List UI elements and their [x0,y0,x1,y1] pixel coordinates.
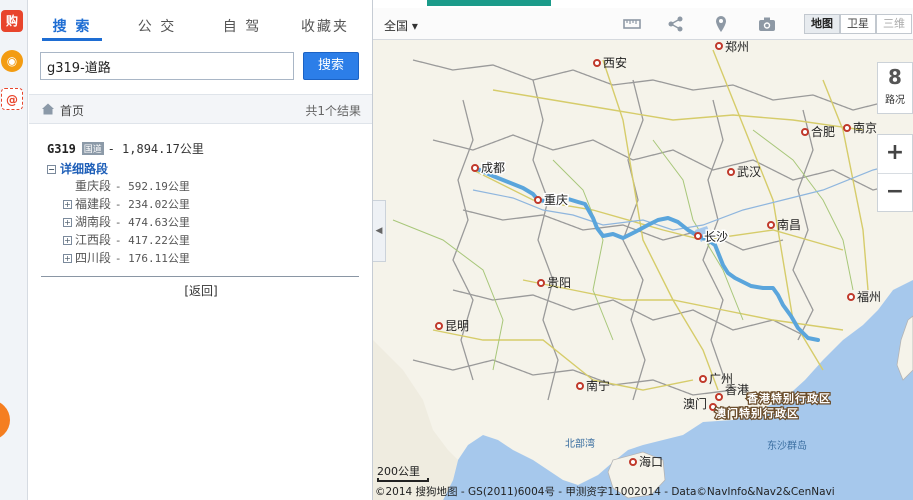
search-panel: 搜 索 公 交 自 驾 收藏夹 搜索 首页 共1个结果 G319 国道 - 1,… [29,0,373,500]
city-label-hefei: 合肥 [811,124,835,139]
result-header: G319 国道 - 1,894.17公里 [47,140,365,158]
segment-name: 江西段 [75,233,112,247]
top-accent-bar [427,0,551,6]
expand-icon[interactable]: + [63,218,72,227]
minor-roads [392,129,854,371]
city-label-zhengzhou: 郑州 [725,40,749,54]
map-svg[interactable]: 郑州 西安 合肥 南京 成都 武汉 重庆 长沙 南昌 贵阳 福州 昆明 南宁 广… [373,40,913,500]
tab-drive[interactable]: 自 驾 [212,16,272,36]
route-g319[interactable] [473,166,820,342]
segment-distance: - 234.02公里 [114,198,190,211]
sea-label-beibu: 北部湾 [565,437,595,450]
back-link[interactable]: [返回] [29,282,373,299]
eye-icon[interactable]: ◉ [1,50,23,72]
tab-bus[interactable]: 公 交 [127,16,187,36]
expand-icon[interactable]: + [63,254,72,263]
highways [432,49,869,391]
copyright-text: ©2014 搜狗地图 - GS(2011)6004号 - 甲测资字1100201… [375,486,835,498]
camera-icon[interactable] [758,15,776,33]
result-count: 共1个结果 [305,104,361,118]
segment-row[interactable]: + 四川段 - 176.11公里 [47,249,365,267]
search-button[interactable]: 搜索 [303,52,359,80]
tab-favorites[interactable]: 收藏夹 [295,16,355,36]
city-label-kunming: 昆明 [445,319,469,333]
detail-sections-label: 详细路段 [60,162,109,176]
home-icon [42,103,54,115]
segment-distance: - 417.22公里 [114,234,190,247]
segment-row[interactable]: + 江西段 - 417.22公里 [47,231,365,249]
scale-bar [377,478,429,482]
segment-distance: - 176.11公里 [114,252,190,265]
traffic-light-icon: 8 [888,65,902,89]
divider [41,276,359,277]
map-canvas[interactable]: 郑州 西安 合肥 南京 成都 武汉 重庆 长沙 南昌 贵阳 福州 昆明 南宁 广… [373,40,913,500]
map-type-satellite[interactable]: 卫星 [840,14,876,34]
traffic-button[interactable]: 8 路况 [877,62,913,114]
region-selector[interactable]: 全国 ▾ [384,17,418,34]
expand-icon[interactable]: + [63,200,72,209]
sar-label-macau: 澳门特别行政区 [715,406,799,420]
browser-sidebar: 购 ◉ @ [0,0,28,500]
active-tab-indicator [42,38,102,41]
segment-name: 福建段 [75,197,112,211]
city-label-macau: 澳门 [683,396,707,411]
segment-row[interactable]: 重庆段 - 592.19公里 [47,177,365,195]
search-input[interactable] [40,52,294,80]
zoom-control: + − [877,134,913,212]
collapse-icon[interactable]: − [47,165,56,174]
city-label-hongkong: 香港 [725,383,749,397]
road-type-badge: 国道 [81,142,104,155]
shopping-icon[interactable]: 购 [1,10,23,32]
city-label-wuhan: 武汉 [737,165,761,179]
breadcrumb: 首页 共1个结果 [29,94,373,124]
city-label-guiyang: 贵阳 [547,276,571,290]
tab-search[interactable]: 搜 索 [42,16,102,36]
segment-row[interactable]: + 福建段 - 234.02公里 [47,195,365,213]
city-labels: 郑州 西安 合肥 南京 成都 武汉 重庆 长沙 南昌 贵阳 福州 昆明 南宁 广… [445,40,881,469]
road-total-distance: - 1,894.17公里 [107,142,204,156]
traffic-label: 路况 [885,95,905,106]
city-label-xian: 西安 [603,55,627,70]
location-pin-icon[interactable] [712,15,730,33]
map-type-map[interactable]: 地图 [804,14,840,34]
road-result: G319 国道 - 1,894.17公里 − 详细路段 重庆段 - 592.19公… [47,140,365,267]
tab-bar: 搜 索 公 交 自 驾 收藏夹 [29,8,373,44]
expand-icon[interactable]: + [63,236,72,245]
share-icon[interactable] [667,15,685,33]
segment-distance: - 592.19公里 [114,180,190,193]
collapse-panel-button[interactable]: ◀ [373,200,386,262]
zoom-out-button[interactable]: − [878,173,912,211]
segment-name: 四川段 [75,251,112,265]
mail-icon[interactable]: @ [1,88,23,110]
segment-name: 湖南段 [75,215,112,229]
city-label-chengdu: 成都 [481,161,505,175]
map-type-3d[interactable]: 三维 [876,14,912,34]
map-toolbar: 全国 ▾ 地图 卫星 三维 [373,8,913,40]
ruler-icon[interactable] [623,15,641,33]
city-label-chongqing: 重庆 [544,193,568,207]
floating-widget-icon[interactable] [0,400,10,440]
city-label-changsha: 长沙 [704,230,728,244]
road-name[interactable]: G319 [47,142,76,156]
sea-label-dongsha: 东沙群岛 [767,439,807,452]
breadcrumb-home[interactable]: 首页 [60,102,84,119]
city-label-haikou: 海口 [639,454,663,469]
scale-label: 200公里 [377,465,420,478]
segment-distance: - 474.63公里 [114,216,190,229]
detail-sections-toggle[interactable]: − 详细路段 [47,160,365,177]
zoom-in-button[interactable]: + [878,135,912,173]
segment-row[interactable]: + 湖南段 - 474.63公里 [47,213,365,231]
sar-label-hongkong: 香港特别行政区 [746,391,831,405]
city-label-nanchang: 南昌 [777,217,801,232]
city-label-nanjing: 南京 [853,120,877,135]
city-label-nanning: 南宁 [586,378,610,393]
city-label-fuzhou: 福州 [857,289,881,304]
segment-name: 重庆段 [75,179,112,193]
